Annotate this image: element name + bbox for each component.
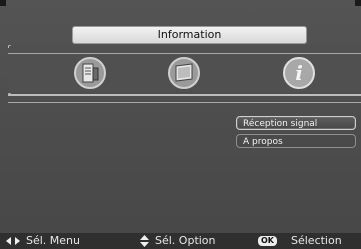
footer-select-hint: OK Sélection [258, 233, 342, 249]
svg-text:i: i [295, 61, 303, 85]
page-title: Information [72, 26, 307, 44]
band-bottom-line [8, 94, 361, 96]
band-inner-line [8, 53, 361, 54]
ok-button-icon: OK [258, 236, 277, 246]
info-icon[interactable]: i [281, 56, 317, 90]
footer-hints: Sél. Menu Sél. Option OK Sélection [0, 233, 361, 249]
footer-option-hint: Sél. Option [140, 233, 216, 249]
band-dot [8, 93, 11, 96]
footer-menu-label: Sél. Menu [26, 234, 81, 247]
up-down-arrows-icon [140, 235, 149, 247]
monitor-icon[interactable] [166, 56, 202, 90]
footer-menu-hint: Sél. Menu [6, 233, 80, 249]
band-under-line [8, 102, 361, 103]
reception-signal-icon[interactable] [72, 56, 108, 90]
menu-item-reception-signal[interactable]: Réception signal [236, 116, 356, 130]
menu-item-a-propos[interactable]: A propos [236, 134, 356, 148]
screen-corner [0, 0, 6, 6]
footer-select-label: Sélection [291, 234, 342, 247]
footer-option-label: Sél. Option [155, 234, 216, 247]
screen-corner [355, 0, 361, 6]
info-screen: Information i Réception signal A propos [0, 0, 361, 249]
left-right-arrows-icon [6, 237, 20, 245]
